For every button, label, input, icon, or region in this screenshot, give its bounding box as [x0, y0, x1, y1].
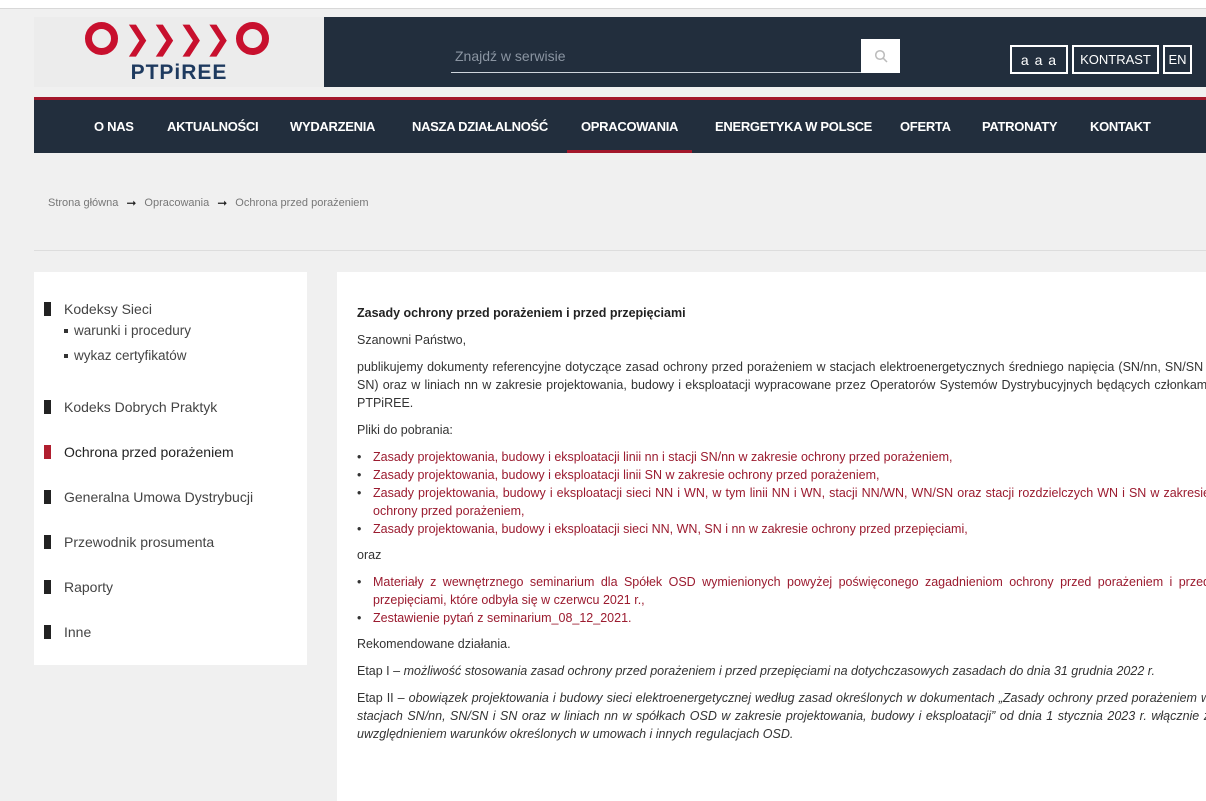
breadcrumb-opracowania[interactable]: Opracowania	[144, 197, 209, 209]
sidebar-subitem-warunki[interactable]: warunki i procedury	[64, 323, 191, 338]
download-link[interactable]: Zasady projektowania, budowy i eksploata…	[357, 520, 1206, 538]
download-list: Zasady projektowania, budowy i eksploata…	[357, 448, 1206, 538]
sidebar-item-label: Przewodnik prosumenta	[64, 534, 215, 550]
search-icon	[874, 49, 888, 63]
download-link[interactable]: Zasady projektowania, budowy i eksploata…	[357, 466, 1206, 484]
breadcrumb-current: Ochrona przed porażeniem	[235, 197, 369, 209]
sidebar-item-label: Kodeks Dobrych Praktyk	[64, 399, 218, 415]
stage-2-text: obowiązek projektowania i budowy sieci e…	[357, 691, 1206, 741]
sidebar-item-inne[interactable]: Inne	[44, 624, 91, 640]
sidebar-item-ochrona[interactable]: Ochrona przed porażeniem	[44, 444, 234, 460]
top-border	[0, 0, 1206, 9]
nav-item-patronaty[interactable]: PATRONATY	[982, 100, 1058, 153]
sidebar-item-label: Inne	[64, 624, 92, 640]
main-nav: O NAS AKTUALNOŚCI WYDARZENIA NASZA DZIAŁ…	[34, 97, 1206, 153]
square-bullet-icon	[44, 535, 51, 549]
nav-item-oferta[interactable]: OFERTA	[900, 100, 951, 153]
stage-1-label: Etap I –	[357, 664, 401, 678]
sidebar-item-label: Ochrona przed porażeniem	[64, 444, 234, 460]
oraz-text: oraz	[357, 548, 382, 562]
nav-item-energetyka-w-polsce[interactable]: ENERGETYKA W POLSCE	[715, 100, 872, 153]
downloads-label: Pliki do pobrania:	[357, 423, 453, 437]
nav-item-opracowania[interactable]: OPRACOWANIA	[566, 100, 693, 153]
square-bullet-icon	[44, 580, 51, 594]
arrow-right-icon: ➞	[126, 196, 137, 210]
font-size-button[interactable]: a a a	[1010, 45, 1068, 74]
nav-item-kontakt[interactable]: KONTAKT	[1090, 100, 1151, 153]
main-content: Zasady ochrony przed porażeniem i przed …	[337, 272, 1206, 801]
sidebar-item-label: Generalna Umowa Dystrybucji	[64, 489, 254, 505]
breadcrumb-home[interactable]: Strona główna	[48, 197, 118, 209]
sidebar-item-label: Raporty	[64, 579, 114, 595]
article-title: Zasady ochrony przed porażeniem i przed …	[357, 306, 686, 320]
language-button[interactable]: EN	[1163, 45, 1192, 74]
nav-item-nasza-dzialalnosc[interactable]: NASZA DZIAŁALNOŚĆ	[412, 100, 548, 153]
download-link[interactable]: Zestawienie pytań z seminarium_08_12_202…	[357, 609, 1206, 627]
article: Zasady ochrony przed porażeniem i przed …	[357, 304, 1206, 752]
download-link[interactable]: Zasady projektowania, budowy i eksploata…	[357, 448, 1206, 466]
square-bullet-icon	[44, 625, 51, 639]
square-bullet-icon	[44, 400, 51, 414]
logo[interactable]: ❯❯❯❯ PTPiREE	[34, 17, 324, 87]
sidebar: Kodeksy Sieci warunki i procedury wykaz …	[34, 272, 307, 665]
contrast-button[interactable]: KONTRAST	[1072, 45, 1159, 74]
arrow-right-icon: ➞	[217, 196, 228, 210]
sidebar-item-raporty[interactable]: Raporty	[44, 579, 113, 595]
square-bullet-icon	[44, 302, 51, 316]
sidebar-subitem-certyfikaty[interactable]: wykaz certyfikatów	[64, 348, 187, 363]
sidebar-item-label: Kodeksy Sieci	[64, 301, 152, 317]
recommended-label: Rekomendowane działania.	[357, 637, 511, 651]
logo-text: PTPiREE	[130, 61, 228, 84]
nav-item-wydarzenia[interactable]: WYDARZENIA	[290, 100, 375, 153]
search-input[interactable]	[451, 39, 861, 73]
stage-2: Etap II – obowiązek projektowania i budo…	[357, 689, 1206, 743]
logo-mark-icon: ❯❯❯❯	[85, 22, 270, 55]
breadcrumb: Strona główna ➞ Opracowania ➞ Ochrona pr…	[48, 196, 369, 210]
greeting: Szanowni Państwo,	[357, 333, 467, 347]
sidebar-item-kodeks-dobrych-praktyk[interactable]: Kodeks Dobrych Praktyk	[44, 399, 217, 415]
stage-1-text: możliwość stosowania zasad ochrony przed…	[403, 664, 1155, 678]
stage-2-label: Etap II –	[357, 691, 405, 705]
intro-paragraph: publikujemy dokumenty referencyjne dotyc…	[357, 360, 1206, 410]
divider	[34, 250, 1206, 251]
sidebar-item-generalna-umowa[interactable]: Generalna Umowa Dystrybucji	[44, 489, 253, 505]
nav-item-o-nas[interactable]: O NAS	[94, 100, 134, 153]
search-button[interactable]	[861, 39, 900, 73]
download-link[interactable]: Zasady projektowania, budowy i eksploata…	[357, 484, 1206, 520]
sidebar-item-kodeksy-sieci[interactable]: Kodeksy Sieci	[44, 301, 152, 317]
square-bullet-icon	[44, 445, 51, 459]
stage-1: Etap I – możliwość stosowania zasad ochr…	[357, 662, 1206, 680]
nav-item-aktualnosci[interactable]: AKTUALNOŚCI	[167, 100, 259, 153]
header-bar: a a a KONTRAST EN	[324, 17, 1206, 87]
materials-list: Materiały z wewnętrznego seminarium dla …	[357, 573, 1206, 627]
square-bullet-icon	[44, 490, 51, 504]
sidebar-item-przewodnik[interactable]: Przewodnik prosumenta	[44, 534, 214, 550]
download-link[interactable]: Materiały z wewnętrznego seminarium dla …	[357, 573, 1206, 609]
